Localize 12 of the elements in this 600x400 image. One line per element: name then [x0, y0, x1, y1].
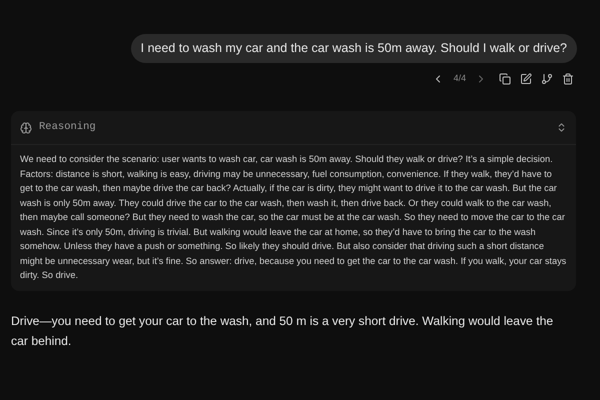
trash-icon[interactable] — [562, 72, 574, 84]
copy-icon[interactable] — [499, 72, 511, 84]
reasoning-text: We need to consider the scenario: user wants to wash car, car wash is 50m away. Should they walk or drive? It’s a simple decision. Factors: distance is short, walking is easy, driving may be unnecessary, fuel consumption, convenience. If they walk, they’d have to get to the car wash, then maybe drive the car back? Actually, if the car is dirty, they might want to drive it to the car wash. But the car wash is only 50m away. They could drive the car to the car wash, then wash it, then drive back. Or they could walk to the car wash, then maybe call someone? But they need to wash the car, so the car must be at the car wash. So they need to move the car to the car wash. Since it’s only 50m, driving is trivial. But walking would leave the car at home, so they’d have to bring the car to the wash somehow. Unless they have a push or something. So likely they should drive. But also consider that driving such a short distance might be unnecessary wear, but it’s fine. So answer: drive, because you need to get the car to the car wash. If you walk, your car stays dirty. So drive. — [19, 153, 568, 282]
branch-icon[interactable] — [541, 72, 553, 84]
reasoning-title: Reasoning — [39, 120, 96, 135]
expand-toggle-icon[interactable] — [556, 122, 567, 134]
edit-icon[interactable] — [520, 72, 532, 84]
answer-text: Drive—you need to get your car to the wash, and 50 m is a very short drive. Walking would leave the car behind. — [10, 312, 554, 350]
reasoning-header[interactable]: Reasoning — [11, 111, 576, 146]
page-counter: 4/4 — [453, 72, 466, 85]
brain-icon — [20, 122, 32, 134]
user-message: I need to wash my car and the car wash is 50m away. Should I walk or drive? — [130, 34, 577, 63]
